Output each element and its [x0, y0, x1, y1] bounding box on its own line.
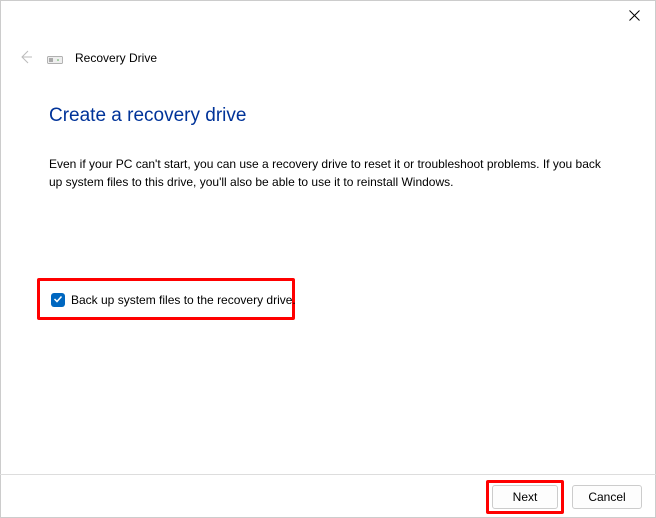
titlebar — [1, 1, 655, 39]
footer: Next Cancel — [0, 474, 656, 518]
back-button[interactable] — [17, 49, 35, 67]
next-button-highlight: Next — [486, 480, 564, 514]
next-button[interactable]: Next — [492, 485, 558, 509]
page-description: Even if your PC can't start, you can use… — [49, 155, 607, 191]
checkbox-highlight: Back up system files to the recovery dri… — [37, 278, 295, 320]
back-arrow-icon — [18, 49, 34, 68]
close-button[interactable] — [619, 7, 649, 27]
header-row: Recovery Drive — [1, 39, 655, 67]
checkmark-icon — [53, 293, 63, 307]
header-title: Recovery Drive — [75, 51, 157, 65]
backup-checkbox[interactable] — [51, 293, 65, 307]
page-heading: Create a recovery drive — [49, 105, 607, 127]
drive-icon — [47, 52, 63, 64]
checkbox-row: Back up system files to the recovery dri… — [51, 293, 278, 307]
content-area: Create a recovery drive Even if your PC … — [1, 67, 655, 191]
cancel-button[interactable]: Cancel — [572, 485, 642, 509]
close-icon — [629, 10, 640, 24]
checkbox-label: Back up system files to the recovery dri… — [71, 293, 296, 307]
